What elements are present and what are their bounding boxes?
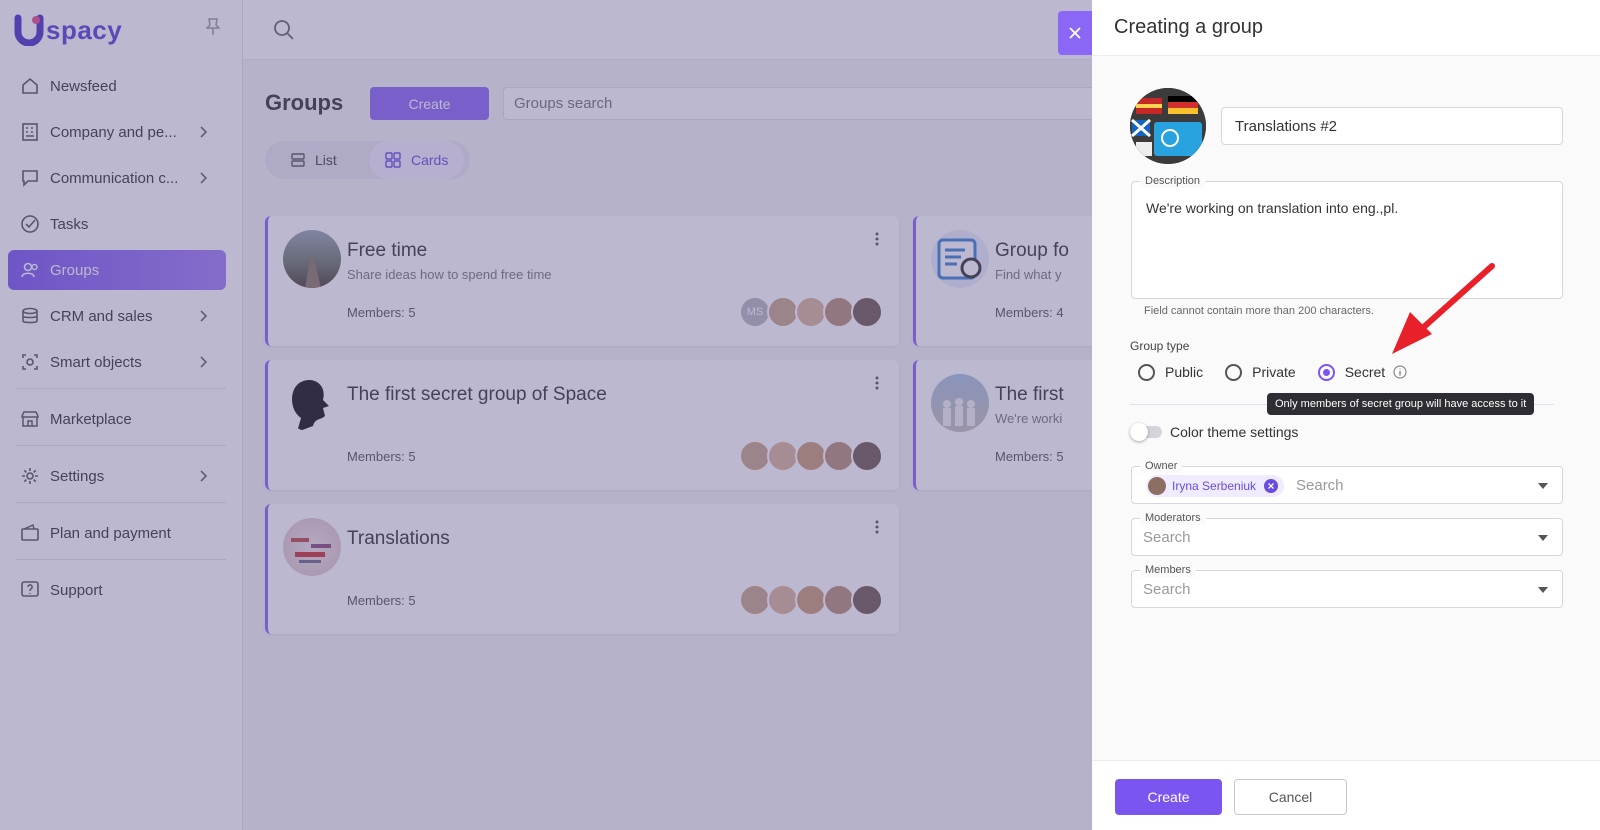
create-button[interactable]: Create bbox=[1115, 779, 1222, 815]
moderators-select[interactable]: Moderators Search bbox=[1131, 511, 1563, 556]
radio-circle bbox=[1138, 363, 1155, 381]
group-type-radio-group: Public Private Secret bbox=[1138, 362, 1429, 382]
remove-owner-button[interactable] bbox=[1264, 479, 1279, 493]
group-type-label: Group type bbox=[1130, 339, 1190, 353]
radio-secret[interactable]: Secret bbox=[1317, 363, 1407, 381]
secret-tooltip: Only members of secret group will have a… bbox=[1267, 393, 1535, 415]
radio-public[interactable]: Public bbox=[1138, 363, 1204, 381]
owner-search-placeholder: Search bbox=[1296, 477, 1344, 494]
moderators-search-placeholder: Search bbox=[1143, 529, 1191, 546]
radio-label: Public bbox=[1165, 364, 1204, 380]
group-name-input[interactable] bbox=[1221, 107, 1563, 145]
radio-label: Secret bbox=[1344, 364, 1386, 380]
description-value: We're working on translation into eng.,p… bbox=[1146, 200, 1399, 216]
chevron-down-icon[interactable] bbox=[1538, 483, 1548, 489]
radio-label: Private bbox=[1252, 364, 1296, 380]
moderators-label: Moderators bbox=[1140, 511, 1206, 525]
members-select[interactable]: Members Search bbox=[1131, 563, 1563, 608]
chevron-down-icon[interactable] bbox=[1538, 535, 1548, 541]
owner-name: Iryna Serbeniuk bbox=[1172, 479, 1257, 493]
close-icon bbox=[1069, 27, 1081, 39]
color-theme-toggle-row[interactable]: Color theme settings bbox=[1130, 423, 1299, 441]
color-theme-switch[interactable] bbox=[1130, 423, 1162, 441]
create-group-drawer: Creating a group Description We're worki… bbox=[1092, 0, 1600, 830]
group-image-upload[interactable] bbox=[1130, 88, 1206, 164]
owner-chip: Iryna Serbeniuk bbox=[1146, 475, 1285, 497]
radio-private[interactable]: Private bbox=[1225, 363, 1296, 381]
modal-backdrop[interactable] bbox=[0, 0, 1092, 830]
annotation-arrow-icon bbox=[1392, 263, 1495, 354]
description-hint: Field cannot contain more than 200 chara… bbox=[1144, 305, 1374, 317]
radio-circle bbox=[1225, 363, 1243, 381]
radio-circle bbox=[1317, 363, 1335, 381]
cancel-button[interactable]: Cancel bbox=[1234, 779, 1347, 815]
info-icon[interactable] bbox=[1393, 365, 1407, 379]
avatar bbox=[1148, 477, 1166, 495]
flags-keyboard-image-icon bbox=[1130, 88, 1206, 164]
drawer-footer: Create Cancel bbox=[1092, 760, 1600, 830]
close-icon bbox=[1268, 483, 1275, 489]
drawer-title: Creating a group bbox=[1092, 0, 1600, 56]
members-search-placeholder: Search bbox=[1143, 581, 1191, 598]
owner-label: Owner bbox=[1140, 459, 1183, 473]
description-label: Description bbox=[1140, 174, 1206, 188]
close-drawer-button[interactable] bbox=[1058, 11, 1092, 55]
owner-select[interactable]: Owner Iryna Serbeniuk Search bbox=[1131, 459, 1563, 504]
chevron-down-icon[interactable] bbox=[1538, 587, 1548, 593]
members-label: Members bbox=[1140, 563, 1196, 577]
color-theme-label: Color theme settings bbox=[1170, 424, 1299, 440]
